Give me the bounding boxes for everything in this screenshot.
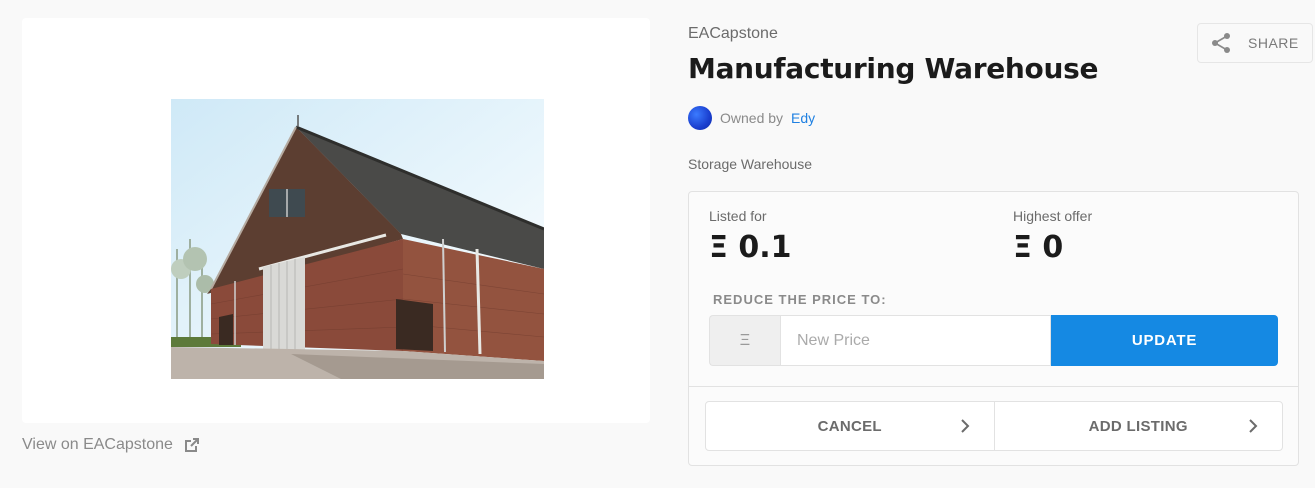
listing-actions: CANCEL ADD LISTING	[705, 401, 1283, 451]
owner-info: Owned by Edy	[688, 106, 815, 130]
chevron-right-icon	[1249, 419, 1258, 433]
cancel-listing-button[interactable]: CANCEL	[706, 402, 994, 450]
highest-offer-value: Ξ 0	[1013, 230, 1064, 265]
asset-description: Storage Warehouse	[688, 156, 812, 172]
highest-offer-label: Highest offer	[1013, 208, 1093, 224]
reduce-price-label: REDUCE THE PRICE TO:	[713, 292, 887, 307]
view-on-collection-link[interactable]: View on EACapstone	[22, 436, 199, 454]
view-link-label: View on EACapstone	[22, 436, 173, 453]
divider	[689, 386, 1298, 387]
add-listing-button[interactable]: ADD LISTING	[993, 402, 1283, 450]
reduce-price-form: Ξ UPDATE	[709, 315, 1278, 366]
cancel-label: CANCEL	[817, 417, 882, 435]
external-link-icon	[184, 438, 199, 452]
warehouse-photo	[171, 99, 544, 379]
new-price-input[interactable]	[780, 315, 1051, 366]
asset-image-card	[22, 18, 650, 423]
asset-title: Manufacturing Warehouse	[688, 52, 1099, 85]
add-listing-label: ADD LISTING	[1088, 417, 1188, 435]
share-label: SHARE	[1248, 35, 1299, 51]
listed-for-value: Ξ 0.1	[709, 230, 792, 265]
share-icon	[1212, 33, 1230, 53]
currency-prefix: Ξ	[709, 315, 780, 366]
collection-name[interactable]: EACapstone	[688, 25, 778, 43]
update-button[interactable]: UPDATE	[1051, 315, 1278, 366]
listed-for-label: Listed for	[709, 208, 767, 224]
owner-name-link[interactable]: Edy	[791, 110, 815, 126]
price-panel: Listed for Ξ 0.1 Highest offer Ξ 0 REDUC…	[688, 191, 1299, 466]
owner-prefix: Owned by	[720, 110, 784, 126]
chevron-right-icon	[960, 419, 969, 433]
share-button[interactable]: SHARE	[1197, 23, 1313, 63]
avatar[interactable]	[688, 106, 712, 130]
